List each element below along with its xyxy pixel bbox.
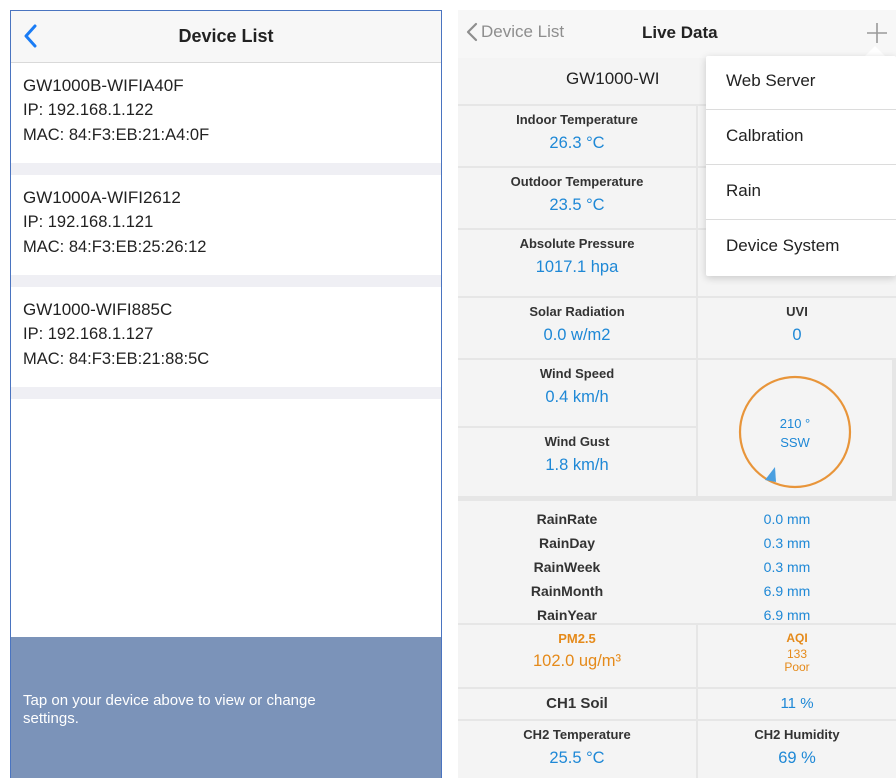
wind-speed-label: Wind Speed — [539, 366, 615, 381]
menu-item-web-server[interactable]: Web Server — [706, 56, 896, 110]
solar-radiation-cell: Solar Radiation 0.0 w/m2 — [458, 298, 696, 358]
menu-item-label: Device System — [726, 236, 840, 255]
rain-row: RainRate 0.0 mm — [458, 511, 896, 535]
back-button[interactable]: Device List — [466, 22, 564, 42]
rain-label: RainRate — [536, 511, 598, 527]
ch2-temperature-label: CH2 Temperature — [523, 727, 631, 742]
wind-direction-cell: 210 ° SSW — [698, 360, 892, 496]
live-data-screen: Device List Live Data GW1000-WI Indoor T… — [458, 10, 896, 778]
list-separator — [11, 275, 441, 287]
absolute-pressure-cell: Absolute Pressure 1017.1 hpa — [458, 230, 696, 296]
rain-value: 6.9 mm — [763, 583, 811, 599]
nav-bar: Device List — [11, 11, 441, 63]
uvi-value: 0 — [792, 326, 802, 344]
wind-compass-ring — [738, 375, 852, 489]
rain-block: RainRate 0.0 mm RainDay 0.3 mm RainWeek … — [458, 501, 896, 623]
aqi-level: Poor — [784, 660, 810, 674]
device-list: GW1000B-WIFIA40F IP: 192.168.1.122 MAC: … — [11, 63, 441, 399]
ch2-humidity-label: CH2 Humidity — [754, 727, 840, 742]
solar-radiation-value: 0.0 w/m2 — [543, 326, 611, 344]
rain-value: 6.9 mm — [763, 607, 811, 623]
list-item-device[interactable]: GW1000A-WIFI2612 IP: 192.168.1.121 MAC: … — [11, 175, 441, 275]
menu-item-calibration[interactable]: Calbration — [706, 111, 896, 165]
list-item-device[interactable]: GW1000B-WIFIA40F IP: 192.168.1.122 MAC: … — [11, 63, 441, 163]
list-item-device[interactable]: GW1000-WIFI885C IP: 192.168.1.127 MAC: 8… — [11, 287, 441, 387]
outdoor-temperature-label: Outdoor Temperature — [510, 174, 644, 189]
footer-hint: Tap on your device above to view or chan… — [23, 692, 316, 727]
aqi-label: AQI — [786, 631, 808, 645]
ch1-soil-cell: CH1 Soil — [458, 689, 696, 719]
rain-label: RainDay — [538, 535, 596, 551]
uvi-cell: UVI 0 — [698, 298, 896, 358]
wind-gust-value: 1.8 km/h — [545, 456, 609, 474]
outdoor-temperature-cell: Outdoor Temperature 23.5 °C — [458, 168, 696, 228]
footer-hint-panel: Tap on your device above to view or chan… — [11, 637, 441, 778]
device-ip: IP: 192.168.1.121 — [23, 213, 154, 231]
menu-item-label: Calbration — [726, 126, 804, 145]
ch2-humidity-cell: CH2 Humidity 69 % — [698, 721, 896, 778]
back-label: Device List — [481, 22, 565, 41]
ch2-temperature-cell: CH2 Temperature 25.5 °C — [458, 721, 696, 778]
screenshot-composite: Device List GW1000B-WIFIA40F IP: 192.168… — [0, 0, 896, 778]
outdoor-temperature-value: 23.5 °C — [549, 196, 605, 214]
device-name: GW1000B-WIFIA40F — [23, 76, 184, 95]
device-mac: MAC: 84:F3:EB:21:A4:0F — [23, 126, 210, 144]
pm25-value: 102.0 ug/m³ — [532, 652, 622, 670]
uvi-label: UVI — [786, 304, 808, 319]
rain-value: 0.0 mm — [763, 511, 811, 527]
back-chevron-icon — [466, 22, 478, 42]
rain-label: RainWeek — [533, 559, 601, 575]
rain-label: RainYear — [537, 607, 597, 623]
device-ip: IP: 192.168.1.122 — [23, 101, 154, 119]
wind-gust-label: Wind Gust — [544, 434, 610, 449]
wind-speed-cell: Wind Speed 0.4 km/h — [458, 360, 696, 426]
wind-speed-value: 0.4 km/h — [545, 388, 609, 406]
list-separator — [11, 163, 441, 175]
wind-direction-degrees: 210 ° — [779, 416, 811, 431]
device-list-screen: Device List GW1000B-WIFIA40F IP: 192.168… — [10, 10, 442, 778]
rain-value: 0.3 mm — [763, 559, 811, 575]
device-name: GW1000-WIFI885C — [23, 300, 173, 319]
wind-compass-icon: 210 ° SSW — [735, 372, 855, 492]
options-menu: Web Server Calbration Rain Device System — [706, 56, 896, 276]
menu-item-label: Web Server — [726, 71, 816, 90]
page-title: Device List — [178, 26, 274, 46]
menu-item-rain[interactable]: Rain — [706, 166, 896, 220]
ch2-temperature-value: 25.5 °C — [549, 749, 605, 767]
indoor-temperature-label: Indoor Temperature — [516, 112, 638, 127]
pm25-cell: PM2.5 102.0 ug/m³ — [458, 625, 696, 687]
pm25-label: PM2.5 — [558, 631, 596, 646]
ch1-soil-value-cell: 11 % — [698, 689, 896, 719]
indoor-temperature-cell: Indoor Temperature 26.3 °C — [458, 106, 696, 166]
absolute-pressure-label: Absolute Pressure — [519, 236, 635, 251]
device-ip: IP: 192.168.1.127 — [23, 325, 154, 343]
device-name: GW1000A-WIFI2612 — [23, 188, 181, 207]
menu-caret — [865, 46, 885, 56]
wind-gust-cell: Wind Gust 1.8 km/h — [458, 428, 696, 496]
wind-direction-cardinal: SSW — [780, 435, 810, 450]
rain-row: RainMonth 6.9 mm — [458, 583, 896, 607]
nav-bar: Device List Live Data — [458, 10, 896, 58]
indoor-temperature-value: 26.3 °C — [549, 134, 605, 152]
device-mac: MAC: 84:F3:EB:25:26:12 — [23, 238, 207, 256]
device-name: GW1000-WI — [566, 69, 660, 88]
rain-row: RainDay 0.3 mm — [458, 535, 896, 559]
rain-row: RainWeek 0.3 mm — [458, 559, 896, 583]
rain-label: RainMonth — [530, 583, 604, 599]
absolute-pressure-value: 1017.1 hpa — [535, 258, 619, 276]
ch2-humidity-value: 69 % — [778, 749, 816, 767]
menu-item-device-system[interactable]: Device System — [706, 221, 896, 275]
page-title: Live Data — [642, 23, 718, 42]
device-mac: MAC: 84:F3:EB:21:88:5C — [23, 350, 210, 368]
ch1-soil-value: 11 % — [780, 695, 814, 712]
list-separator — [11, 387, 441, 399]
ch1-soil-label: CH1 Soil — [546, 695, 608, 712]
solar-radiation-label: Solar Radiation — [529, 304, 625, 319]
plus-icon[interactable] — [864, 20, 890, 46]
menu-item-label: Rain — [726, 181, 761, 200]
aqi-cell: AQI 133 Poor — [698, 625, 896, 687]
rain-value: 0.3 mm — [763, 535, 811, 551]
